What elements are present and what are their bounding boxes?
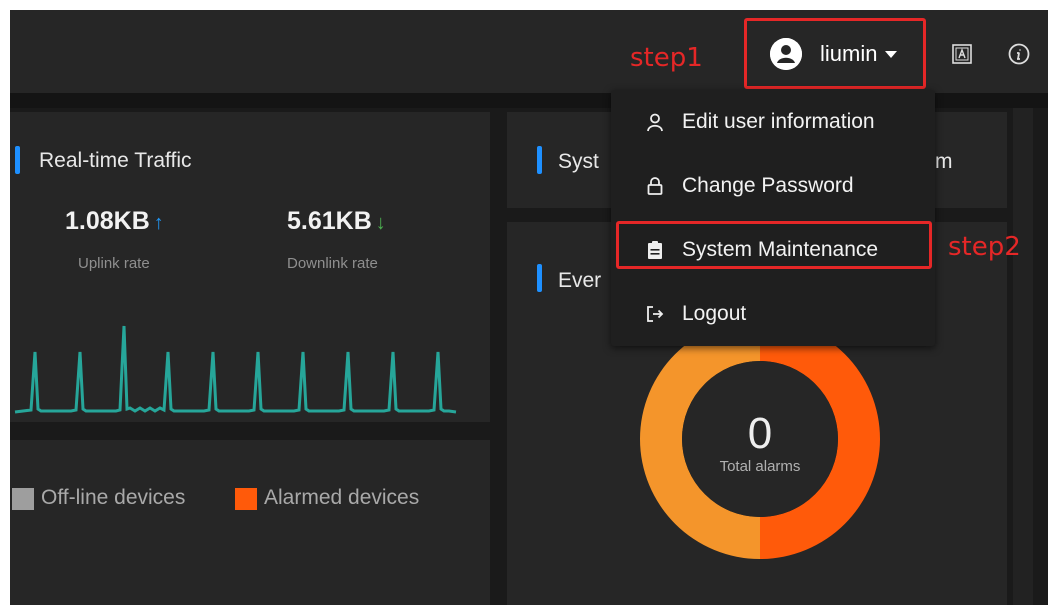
language-icon[interactable] [952, 44, 972, 64]
menu-item-edit-user[interactable]: Edit user information [611, 90, 935, 154]
panel-accent-bar [537, 264, 542, 292]
traffic-panel-title: Real-time Traffic [39, 149, 192, 172]
user-icon [645, 112, 665, 132]
offline-legend-label: Off-line devices [41, 486, 186, 509]
menu-item-label: Edit user information [682, 110, 875, 133]
menu-item-change-password[interactable]: Change Password [611, 154, 935, 218]
system-panel-title-left: Syst [558, 150, 599, 173]
traffic-panel: Real-time Traffic 1.08KB ↑ Uplink rate 5.… [10, 112, 490, 422]
panel-accent-bar [15, 146, 20, 174]
info-icon[interactable] [1008, 43, 1030, 65]
logout-icon [645, 304, 665, 324]
total-alarms-label: Total alarms [719, 458, 801, 475]
username-label: liumin [820, 41, 878, 66]
user-menu-trigger[interactable]: liumin [770, 38, 898, 70]
menu-item-label: Logout [682, 302, 747, 325]
uplink-value: 1.08KB ↑ [65, 207, 164, 236]
uplink-label: Uplink rate [78, 255, 150, 272]
device-legend-panel: Off-line devices Alarmed devices [10, 440, 490, 605]
downlink-value: 5.61KB ↓ [287, 207, 386, 236]
donut-center-label: 0 Total alarms [700, 409, 820, 476]
app-frame: step1 liumin Real-time Traffic 1.08KB ↑ … [10, 10, 1048, 605]
menu-item-logout[interactable]: Logout [611, 282, 935, 346]
step2-highlight-box [616, 221, 932, 269]
offline-legend-swatch [12, 488, 34, 510]
panel-accent-bar [537, 146, 542, 174]
step2-annotation: step2 [948, 232, 1021, 262]
right-edge-panel [1013, 108, 1033, 605]
arrow-up-icon: ↑ [153, 212, 164, 234]
arrow-down-icon: ↓ [375, 212, 386, 234]
alarmed-legend-label: Alarmed devices [264, 486, 420, 509]
system-panel-title-right: m [935, 150, 953, 173]
uplink-value-text: 1.08KB [65, 207, 150, 235]
events-panel-title: Ever [558, 269, 602, 292]
alarmed-legend-swatch [235, 488, 257, 510]
caret-down-icon [885, 50, 898, 58]
traffic-line-chart [14, 325, 457, 414]
lock-icon [645, 176, 665, 196]
step1-annotation: step1 [630, 43, 703, 73]
downlink-value-text: 5.61KB [287, 207, 372, 235]
user-dropdown-menu: Edit user information Change Password Sy… [611, 90, 935, 346]
user-avatar-icon [770, 38, 802, 70]
downlink-label: Downlink rate [287, 255, 378, 272]
menu-item-label: Change Password [682, 174, 854, 197]
total-alarms-value: 0 [747, 409, 773, 458]
traffic-series-line [14, 325, 457, 414]
